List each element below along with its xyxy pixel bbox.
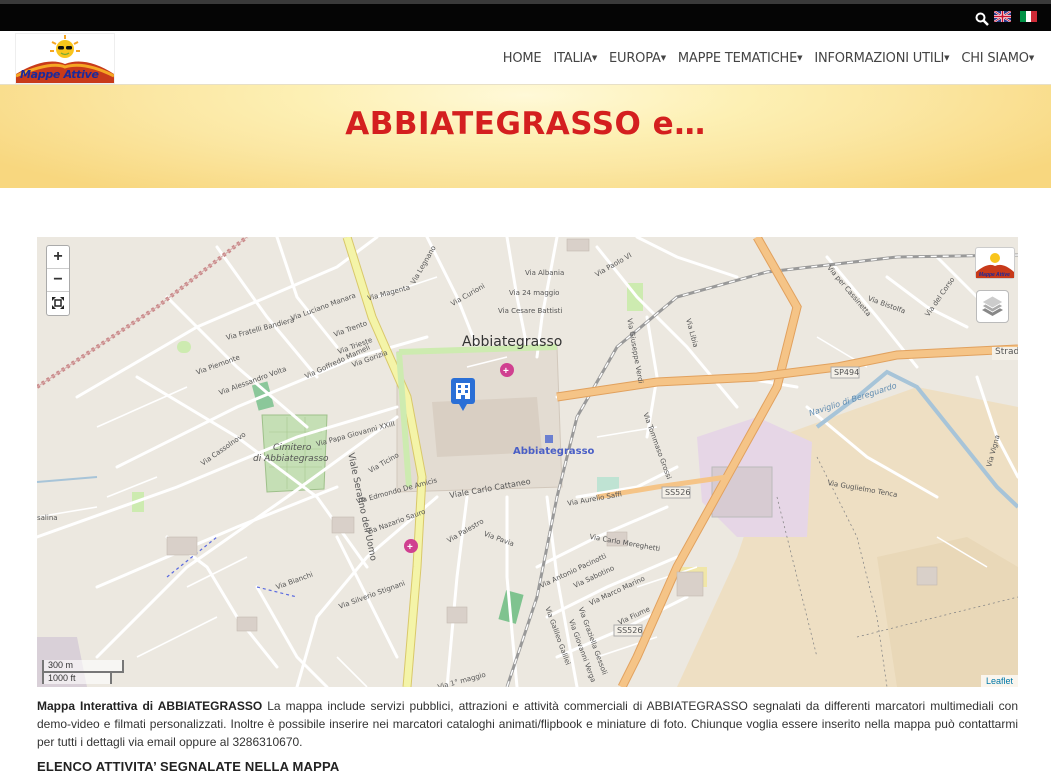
street-label: Via Cesare Battisti: [498, 307, 563, 315]
zoom-control: + −: [46, 245, 70, 316]
street-label: salina: [37, 514, 58, 522]
menu-italia[interactable]: ITALIA▼: [553, 51, 597, 66]
ss526-label-2: SS526: [617, 626, 643, 635]
svg-text:+: +: [407, 542, 413, 553]
menu-europa[interactable]: EUROPA▼: [609, 51, 666, 66]
train-station-icon[interactable]: [545, 435, 553, 443]
cemetery-label-2: di Abbiategrasso: [253, 454, 329, 464]
map-tiles[interactable]: + +: [37, 237, 1018, 687]
leaflet-attribution-link[interactable]: Leaflet: [980, 675, 1018, 687]
street-label: Via 24 maggio: [509, 289, 560, 297]
interactive-map[interactable]: + + Abbiategrasso Abbiategrasso Cimitero…: [37, 237, 1018, 687]
ss526-label: SS526: [665, 488, 691, 497]
site-logo[interactable]: Mappe Attive: [15, 33, 115, 84]
sp494-label: SP494: [834, 368, 860, 377]
caret-down-icon: ▼: [1028, 54, 1034, 62]
menu-chi-siamo[interactable]: CHI SIAMO▼: [961, 51, 1034, 66]
svg-text:Mappe Attive: Mappe Attive: [979, 272, 1010, 278]
scale-imperial: 1000 ft: [42, 671, 112, 684]
layers-icon: [981, 295, 1004, 316]
cemetery-label: Cimitero: [273, 443, 312, 453]
caret-down-icon: ▼: [660, 54, 666, 62]
search-icon[interactable]: [975, 12, 989, 26]
svg-text:+: +: [503, 366, 509, 377]
fullscreen-icon: [52, 297, 64, 309]
station-label: Abbiategrasso: [513, 446, 595, 457]
town-label: Abbiategrasso: [462, 334, 563, 350]
caret-down-icon: ▼: [591, 54, 598, 62]
map-scale: 300 m 1000 ft: [42, 660, 124, 684]
top-bar: [0, 0, 1051, 31]
caret-down-icon: ▼: [797, 54, 803, 62]
zoom-out-button[interactable]: −: [47, 269, 69, 292]
flag-it-icon[interactable]: [1020, 11, 1038, 22]
logo-text: Mappe Attive: [20, 68, 99, 81]
menu-informazioni-utili[interactable]: INFORMAZIONI UTILI▼: [814, 51, 949, 66]
road-label: Strada: [995, 347, 1018, 357]
page-title: ABBIATEGRASSO e…: [345, 106, 706, 142]
main-navbar: Mappe Attive HOME ITALIA▼ EUROPA▼ MAPPE …: [0, 31, 1051, 85]
zoom-in-button[interactable]: +: [47, 246, 69, 269]
section-heading: ELENCO ATTIVITA’ SEGNALATE NELLA MAPPA: [37, 759, 340, 774]
caret-down-icon: ▼: [944, 54, 950, 62]
map-description: Mappa Interattiva di ABBIATEGRASSO La ma…: [37, 697, 1018, 751]
hero-banner: ABBIATEGRASSO e…: [0, 85, 1051, 188]
flag-uk-icon[interactable]: [994, 11, 1011, 22]
description-lead: Mappa Interattiva di ABBIATEGRASSO: [37, 699, 263, 713]
street-label: Via Albania: [525, 269, 565, 277]
menu-home[interactable]: HOME: [503, 51, 542, 66]
menu-mappe-tematiche[interactable]: MAPPE TEMATICHE▼: [678, 51, 803, 66]
layers-button[interactable]: [976, 290, 1009, 323]
map-logo-button[interactable]: Mappe Attive: [975, 247, 1015, 279]
main-menu: HOME ITALIA▼ EUROPA▼ MAPPE TEMATICHE▼ IN…: [503, 51, 1034, 66]
logo-sun-icon: Mappe Attive: [976, 253, 1014, 278]
fullscreen-button[interactable]: [47, 292, 69, 315]
